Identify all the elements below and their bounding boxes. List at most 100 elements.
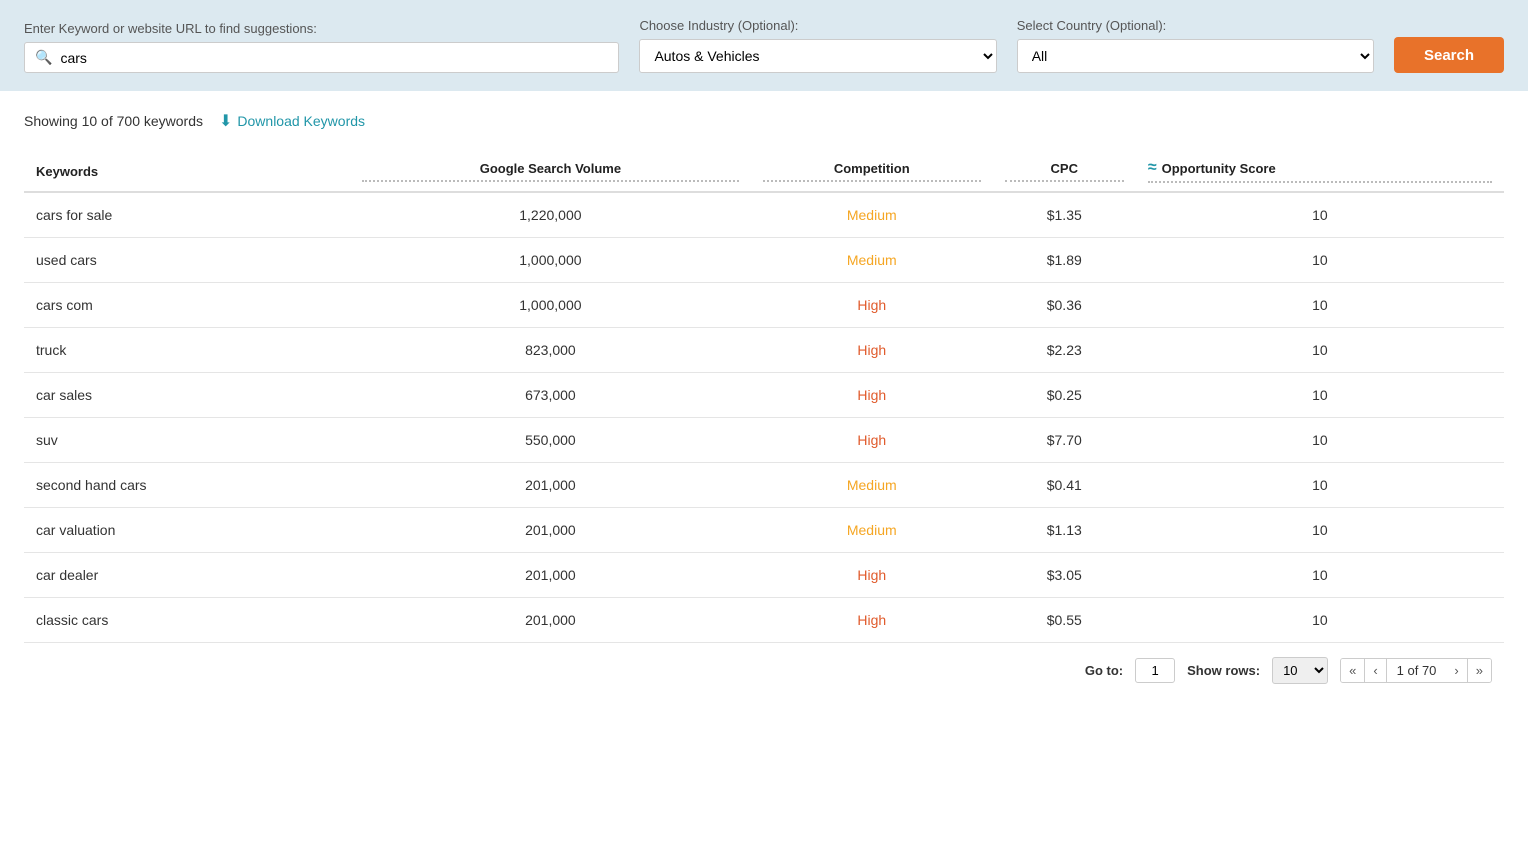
goto-input[interactable]	[1135, 658, 1175, 683]
col-cpc: CPC	[993, 149, 1136, 192]
cell-cpc: $1.89	[993, 238, 1136, 283]
cell-keyword: car dealer	[24, 553, 350, 598]
cell-competition: High	[751, 598, 993, 643]
table-row: classic cars 201,000 High $0.55 10	[24, 598, 1504, 643]
page-prev-button[interactable]: ‹	[1365, 659, 1386, 682]
waves-icon: ≈	[1148, 159, 1157, 177]
cell-volume: 550,000	[350, 418, 751, 463]
cell-opportunity: 10	[1136, 328, 1504, 373]
search-icon: 🔍	[35, 49, 52, 66]
cell-opportunity: 10	[1136, 418, 1504, 463]
cell-keyword: classic cars	[24, 598, 350, 643]
col-divider-competition	[763, 180, 981, 182]
col-keywords: Keywords	[24, 149, 350, 192]
search-bar-section: Enter Keyword or website URL to find sug…	[0, 0, 1528, 91]
industry-group: Choose Industry (Optional): Autos & Vehi…	[639, 18, 996, 73]
show-rows-label: Show rows:	[1187, 663, 1260, 678]
page-navigation: « ‹ 1 of 70 › »	[1340, 658, 1492, 683]
cell-competition: High	[751, 418, 993, 463]
cell-volume: 1,000,000	[350, 238, 751, 283]
industry-label: Choose Industry (Optional):	[639, 18, 996, 33]
cell-cpc: $0.41	[993, 463, 1136, 508]
col-divider-cpc	[1005, 180, 1124, 182]
table-row: car dealer 201,000 High $3.05 10	[24, 553, 1504, 598]
page-info: 1 of 70	[1387, 659, 1447, 682]
cell-cpc: $1.35	[993, 192, 1136, 238]
summary-text: Showing 10 of 700 keywords	[24, 113, 203, 129]
cell-volume: 201,000	[350, 508, 751, 553]
cell-volume: 1,220,000	[350, 192, 751, 238]
show-rows-select[interactable]: 10 25 50 100	[1272, 657, 1328, 684]
pagination-row: Go to: Show rows: 10 25 50 100 « ‹ 1 of …	[24, 643, 1504, 688]
cell-volume: 1,000,000	[350, 283, 751, 328]
cell-competition: Medium	[751, 238, 993, 283]
cell-volume: 823,000	[350, 328, 751, 373]
col-competition: Competition	[751, 149, 993, 192]
cell-competition: High	[751, 283, 993, 328]
page-next-button[interactable]: ›	[1446, 659, 1467, 682]
cell-opportunity: 10	[1136, 598, 1504, 643]
table-row: truck 823,000 High $2.23 10	[24, 328, 1504, 373]
cell-cpc: $3.05	[993, 553, 1136, 598]
keywords-table: Keywords Google Search Volume Competitio…	[24, 149, 1504, 643]
col-divider-volume	[362, 180, 739, 182]
industry-select[interactable]: Autos & Vehicles Arts & Entertainment Bu…	[639, 39, 996, 73]
col-volume: Google Search Volume	[350, 149, 751, 192]
cell-opportunity: 10	[1136, 553, 1504, 598]
table-row: suv 550,000 High $7.70 10	[24, 418, 1504, 463]
cell-competition: Medium	[751, 508, 993, 553]
download-label: Download Keywords	[237, 113, 365, 129]
table-row: cars for sale 1,220,000 Medium $1.35 10	[24, 192, 1504, 238]
cell-cpc: $0.55	[993, 598, 1136, 643]
cell-cpc: $1.13	[993, 508, 1136, 553]
cell-keyword: truck	[24, 328, 350, 373]
table-row: car sales 673,000 High $0.25 10	[24, 373, 1504, 418]
table-row: used cars 1,000,000 Medium $1.89 10	[24, 238, 1504, 283]
page-last-button[interactable]: »	[1468, 659, 1491, 682]
download-keywords-link[interactable]: ⬇ Download Keywords	[219, 111, 365, 131]
cell-competition: High	[751, 328, 993, 373]
search-button[interactable]: Search	[1394, 37, 1504, 73]
cell-keyword: cars for sale	[24, 192, 350, 238]
cell-opportunity: 10	[1136, 192, 1504, 238]
cell-cpc: $0.25	[993, 373, 1136, 418]
download-icon: ⬇	[219, 111, 232, 131]
keyword-group: Enter Keyword or website URL to find sug…	[24, 21, 619, 73]
cell-keyword: suv	[24, 418, 350, 463]
cell-volume: 201,000	[350, 598, 751, 643]
cell-volume: 201,000	[350, 463, 751, 508]
cell-competition: Medium	[751, 463, 993, 508]
goto-label: Go to:	[1085, 663, 1123, 678]
cell-opportunity: 10	[1136, 508, 1504, 553]
cell-keyword: second hand cars	[24, 463, 350, 508]
country-select[interactable]: All United States United Kingdom Canada …	[1017, 39, 1374, 73]
search-input-wrapper: 🔍	[24, 42, 619, 73]
keyword-input[interactable]	[60, 50, 608, 66]
cell-volume: 201,000	[350, 553, 751, 598]
content-area: Showing 10 of 700 keywords ⬇ Download Ke…	[0, 91, 1528, 708]
cell-opportunity: 10	[1136, 463, 1504, 508]
keyword-label: Enter Keyword or website URL to find sug…	[24, 21, 619, 36]
cell-opportunity: 10	[1136, 283, 1504, 328]
page-first-button[interactable]: «	[1341, 659, 1365, 682]
cell-keyword: car sales	[24, 373, 350, 418]
cell-keyword: cars com	[24, 283, 350, 328]
country-label: Select Country (Optional):	[1017, 18, 1374, 33]
col-divider-opportunity	[1148, 181, 1492, 183]
cell-opportunity: 10	[1136, 373, 1504, 418]
cell-competition: Medium	[751, 192, 993, 238]
table-row: cars com 1,000,000 High $0.36 10	[24, 283, 1504, 328]
table-body: cars for sale 1,220,000 Medium $1.35 10 …	[24, 192, 1504, 643]
cell-keyword: used cars	[24, 238, 350, 283]
cell-competition: High	[751, 373, 993, 418]
col-opportunity: ≈ Opportunity Score	[1136, 149, 1504, 192]
summary-row: Showing 10 of 700 keywords ⬇ Download Ke…	[24, 111, 1504, 131]
table-row: car valuation 201,000 Medium $1.13 10	[24, 508, 1504, 553]
cell-competition: High	[751, 553, 993, 598]
table-row: second hand cars 201,000 Medium $0.41 10	[24, 463, 1504, 508]
cell-volume: 673,000	[350, 373, 751, 418]
table-header-row: Keywords Google Search Volume Competitio…	[24, 149, 1504, 192]
cell-cpc: $0.36	[993, 283, 1136, 328]
cell-cpc: $2.23	[993, 328, 1136, 373]
cell-opportunity: 10	[1136, 238, 1504, 283]
